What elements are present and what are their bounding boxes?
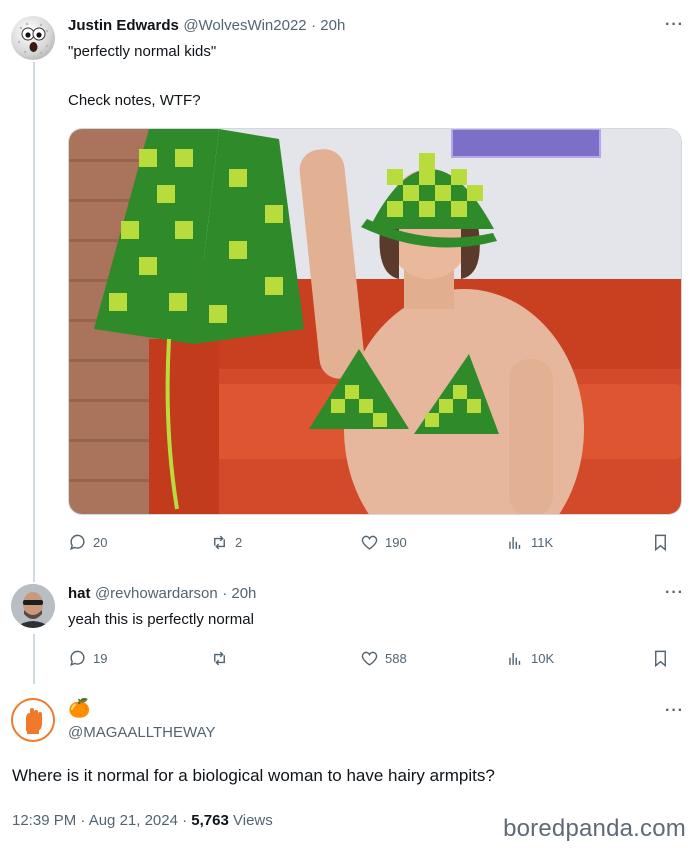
- display-name[interactable]: hat: [68, 585, 91, 602]
- avatar[interactable]: [11, 16, 55, 60]
- more-options-icon[interactable]: ···: [665, 702, 684, 720]
- views-button[interactable]: 10K: [506, 649, 554, 668]
- tweet-text-line: Check notes, WTF?: [68, 92, 201, 109]
- bookmark-button[interactable]: [651, 533, 670, 552]
- user-handle[interactable]: @revhowardarson: [95, 585, 218, 602]
- views-icon: [509, 536, 521, 549]
- tweet-text: yeah this is perfectly normal: [68, 611, 254, 628]
- avatar[interactable]: [11, 698, 55, 742]
- tweet-timestamp[interactable]: 12:39 PM · Aug 21, 2024 ·: [12, 812, 187, 829]
- tweet-photo[interactable]: [68, 128, 682, 515]
- repost-button[interactable]: [210, 649, 235, 668]
- reply-count: 20: [93, 535, 108, 550]
- more-options-icon[interactable]: ···: [665, 584, 684, 602]
- thread-connector-line: [33, 634, 35, 684]
- reply-button[interactable]: 19: [68, 649, 107, 668]
- views-button[interactable]: 11K: [506, 533, 553, 552]
- user-handle[interactable]: @WolvesWin2022: [183, 17, 306, 34]
- bookmark-button[interactable]: [651, 649, 670, 668]
- man-with-sunglasses-avatar: [11, 584, 55, 628]
- thread-connector-line: [33, 62, 35, 582]
- tweet-actions: 19 588 10K: [68, 649, 674, 671]
- photo-illustration: [69, 129, 681, 514]
- reply-count: 19: [93, 651, 108, 666]
- tweet-text: Where is it normal for a biological woma…: [12, 766, 495, 785]
- like-button[interactable]: 588: [360, 649, 407, 668]
- bookmark-icon: [655, 534, 666, 552]
- repost-icon: [214, 535, 225, 550]
- bookmark-icon: [655, 650, 666, 668]
- tweet-metadata: 12:39 PM · Aug 21, 2024 · 5,763 Views: [12, 812, 273, 829]
- tweet-actions: 20 2 190 11K: [68, 533, 674, 555]
- repost-icon: [214, 651, 225, 666]
- like-count: 190: [385, 535, 407, 550]
- reply-button[interactable]: 20: [68, 533, 107, 552]
- views-count: 5,763: [191, 812, 229, 829]
- user-handle[interactable]: @MAGAALLTHEWAY: [68, 724, 215, 741]
- avatar[interactable]: [11, 584, 55, 628]
- tweet-header: hat @revhowardarson · 20h: [68, 585, 256, 603]
- more-options-icon[interactable]: ···: [665, 16, 684, 34]
- like-count: 588: [385, 651, 407, 666]
- heart-icon: [361, 651, 378, 666]
- reply-icon: [70, 650, 85, 667]
- watermark: boredpanda.com: [503, 815, 686, 842]
- tweet-header: Justin Edwards @WolvesWin2022 · 20h: [68, 17, 345, 35]
- golf-ball-face-avatar: [17, 22, 49, 55]
- repost-count: 2: [235, 535, 243, 550]
- tweet-text-line: "perfectly normal kids": [68, 43, 217, 60]
- heart-icon: [361, 535, 378, 550]
- views-count: 11K: [531, 535, 554, 550]
- views-count: 10K: [531, 651, 555, 666]
- display-name-emoji[interactable]: 🍊: [68, 697, 90, 719]
- tweet-time[interactable]: · 20h: [222, 585, 256, 602]
- views-label: Views: [233, 812, 273, 829]
- raised-fist-icon: [26, 708, 42, 734]
- repost-button[interactable]: 2: [210, 533, 242, 552]
- like-button[interactable]: 190: [360, 533, 407, 552]
- tweet-time[interactable]: · 20h: [311, 17, 345, 34]
- views-icon: [509, 652, 521, 665]
- display-name[interactable]: Justin Edwards: [68, 17, 179, 34]
- reply-icon: [70, 534, 85, 551]
